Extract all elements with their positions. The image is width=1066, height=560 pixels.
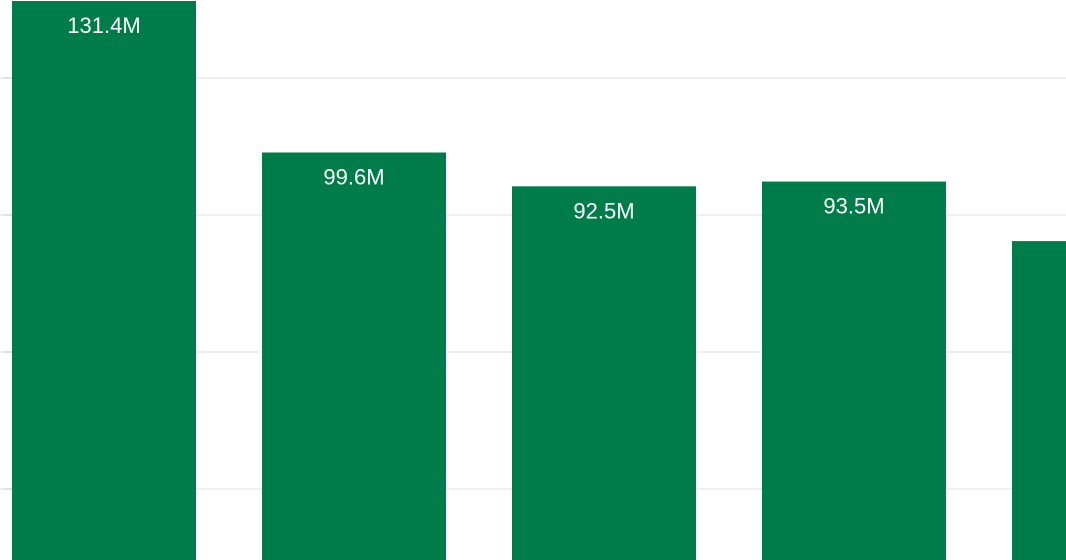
bar-4[interactable] xyxy=(1012,241,1066,560)
bar-value-label-0: 131.4M xyxy=(67,13,140,38)
bar-value-label-1: 99.6M xyxy=(323,164,384,189)
bar-0[interactable] xyxy=(12,1,196,560)
chart-area: 131.4M 99.6M 92.5M 93.5M xyxy=(0,0,1066,560)
bar-value-label-3: 93.5M xyxy=(823,194,884,219)
bar-1[interactable] xyxy=(262,152,446,560)
bar-3[interactable] xyxy=(762,181,946,560)
bar-2[interactable] xyxy=(512,186,696,560)
bar-chart: 131.4M 99.6M 92.5M 93.5M xyxy=(0,1,1066,560)
bar-value-label-2: 92.5M xyxy=(573,198,634,223)
